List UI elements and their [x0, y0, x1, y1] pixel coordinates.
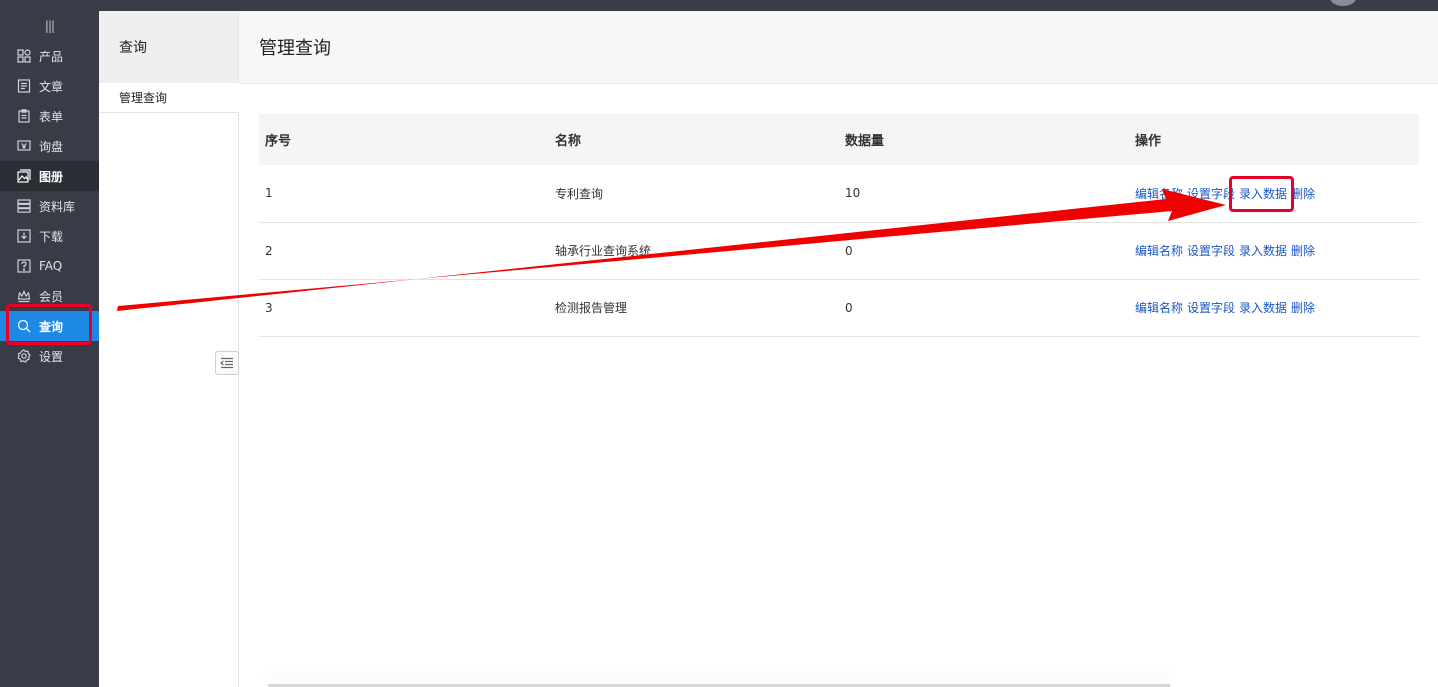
cell-count: 0 — [845, 300, 853, 315]
sidebar-item-download[interactable]: 下载 — [0, 221, 99, 251]
main-content: 管理查询 序号 名称 数据量 操作 1 专利查询 10 编辑名称 设置字段 录入数据… — [239, 11, 1438, 687]
page-title: 管理查询 — [239, 11, 1438, 84]
sidebar-item-forms[interactable]: 表单 — [0, 101, 99, 131]
sidebar-item-gallery[interactable]: 图册 — [0, 161, 99, 191]
table-row: 1 专利查询 10 编辑名称 设置字段 录入数据 删除 — [259, 165, 1419, 222]
sidebar-item-label: 表单 — [39, 109, 64, 124]
delete-link[interactable]: 删除 — [1291, 244, 1315, 258]
avatar[interactable] — [1330, 0, 1356, 6]
gear-icon — [16, 348, 32, 364]
download-icon — [16, 228, 32, 244]
sidebar-item-articles[interactable]: 文章 — [0, 71, 99, 101]
search-icon — [16, 318, 32, 334]
sidebar-item-label: 产品 — [39, 49, 64, 64]
sub-navigation: 查询 管理查询 — [99, 11, 239, 687]
sidebar-item-label: 图册 — [39, 169, 64, 184]
subpanel-title: 查询 — [99, 11, 238, 83]
crown-icon — [16, 288, 32, 304]
enter-data-link[interactable]: 录入数据 — [1239, 244, 1287, 258]
set-fields-link[interactable]: 设置字段 — [1187, 187, 1235, 201]
grid-icon — [16, 48, 32, 64]
table-header-row: 序号 名称 数据量 操作 — [259, 114, 1419, 165]
edit-name-link[interactable]: 编辑名称 — [1135, 301, 1183, 315]
sidebar-item-label: 文章 — [39, 79, 64, 94]
sidebar-item-products[interactable]: 产品 — [0, 41, 99, 71]
sidebar-item-members[interactable]: 会员 — [0, 281, 99, 311]
sidebar-item-inquiry[interactable]: 询盘 — [0, 131, 99, 161]
set-fields-link[interactable]: 设置字段 — [1187, 244, 1235, 258]
sidebar-item-settings[interactable]: 设置 — [0, 341, 99, 371]
cell-name: 轴承行业查询系统 — [555, 244, 652, 258]
cell-actions: 编辑名称 设置字段 录入数据 删除 — [1129, 165, 1419, 222]
sidebar-item-label: 询盘 — [39, 139, 64, 154]
subnav-item-manage-query[interactable]: 管理查询 — [99, 83, 239, 113]
sidebar-item-label: 会员 — [39, 289, 64, 304]
sidebar-item-label: FAQ — [39, 259, 63, 273]
column-header-count: 数据量 — [845, 134, 885, 149]
faq-icon — [16, 258, 32, 274]
delete-link[interactable]: 删除 — [1291, 301, 1315, 315]
enter-data-link[interactable]: 录入数据 — [1239, 187, 1287, 201]
enter-data-link[interactable]: 录入数据 — [1239, 301, 1287, 315]
sidebar-item-faq[interactable]: FAQ — [0, 251, 99, 281]
edit-name-link[interactable]: 编辑名称 — [1135, 187, 1183, 201]
query-table: 序号 名称 数据量 操作 1 专利查询 10 编辑名称 设置字段 录入数据 删除 2 … — [259, 114, 1419, 337]
set-fields-link[interactable]: 设置字段 — [1187, 301, 1235, 315]
sidebar-item-label: 设置 — [39, 349, 64, 364]
sidebar-item-label: 资料库 — [39, 199, 76, 214]
sidebar-item-label: 下载 — [39, 229, 64, 244]
column-header-index: 序号 — [265, 134, 292, 149]
article-icon — [16, 78, 32, 94]
gallery-icon — [16, 168, 32, 184]
cell-index: 3 — [265, 300, 273, 315]
column-header-name: 名称 — [555, 134, 582, 149]
delete-link[interactable]: 删除 — [1291, 187, 1315, 201]
table-row: 3 检测报告管理 0 编辑名称 设置字段 录入数据 删除 — [259, 279, 1419, 336]
cell-name: 专利查询 — [555, 186, 604, 201]
cell-actions: 编辑名称 设置字段 录入数据 删除 — [1129, 222, 1419, 279]
menu-toggle-icon[interactable]: ||| — [0, 11, 99, 41]
cell-count: 0 — [845, 243, 853, 258]
sidebar-item-query[interactable]: 查询 — [0, 311, 99, 341]
table-row: 2 轴承行业查询系统 0 编辑名称 设置字段 录入数据 删除 — [259, 222, 1419, 279]
database-icon — [16, 198, 32, 214]
list-collapse-icon — [220, 354, 234, 373]
inquiry-icon — [16, 138, 32, 154]
cell-name: 检测报告管理 — [555, 301, 628, 315]
collapse-panel-button[interactable] — [215, 351, 239, 375]
sidebar-item-library[interactable]: 资料库 — [0, 191, 99, 221]
cell-index: 2 — [265, 243, 273, 258]
sidebar: ||| 产品 文章 表单 询盘 图册 资料库 下载 FAQ 会员 查询 设置 — [0, 11, 99, 687]
cell-index: 1 — [265, 186, 273, 201]
sidebar-item-label: 查询 — [39, 319, 64, 334]
cell-actions: 编辑名称 设置字段 录入数据 删除 — [1129, 279, 1419, 336]
top-bar — [0, 0, 1438, 11]
column-header-actions: 操作 — [1135, 134, 1162, 149]
edit-name-link[interactable]: 编辑名称 — [1135, 244, 1183, 258]
clipboard-icon — [16, 108, 32, 124]
cell-count: 10 — [845, 186, 861, 201]
